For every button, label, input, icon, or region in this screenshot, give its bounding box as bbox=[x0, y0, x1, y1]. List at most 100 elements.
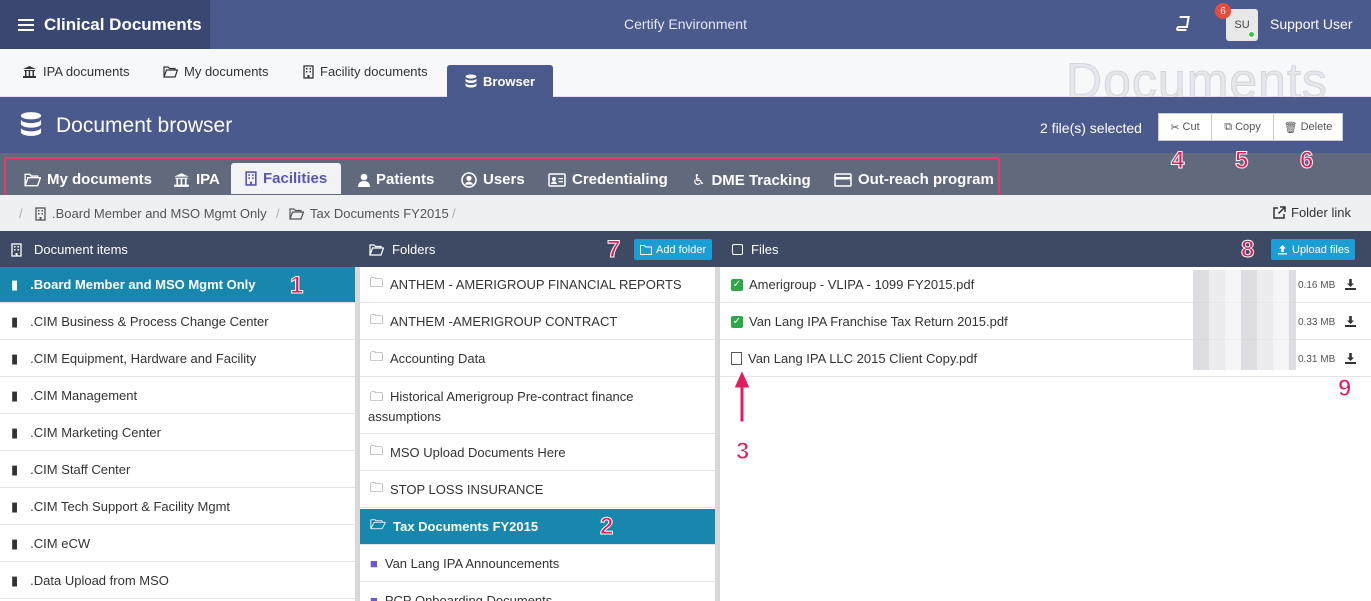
external-link-icon bbox=[1273, 205, 1286, 219]
list-item[interactable]: 🗀 ANTHEM - AMERIGROUP FINANCIAL REPORTS bbox=[360, 267, 715, 303]
folder-icon: 🗀 bbox=[370, 389, 384, 404]
building-icon: ▮ bbox=[11, 461, 19, 477]
pdf-file-icon[interactable] bbox=[731, 352, 742, 365]
folder-open-icon bbox=[163, 65, 178, 78]
annotation-number: 4 bbox=[1170, 147, 1185, 175]
category-facilities[interactable]: Facilities bbox=[231, 163, 342, 194]
checkbox-checked[interactable]: ✓ bbox=[731, 278, 743, 291]
folder-open-icon: 🗁 bbox=[370, 516, 387, 532]
selection-count: 2 file(s) selected bbox=[1040, 120, 1142, 136]
brand-title: Clinical Documents bbox=[44, 14, 202, 34]
building-icon: ▮ bbox=[11, 498, 19, 514]
id-card-icon bbox=[548, 172, 566, 187]
annotation-number: 8 bbox=[1240, 236, 1255, 264]
list-item[interactable]: 🗀 MSO Upload Documents Here bbox=[360, 435, 715, 471]
folder-icon: ■ bbox=[370, 556, 378, 571]
file-size: 0.31 MB bbox=[1298, 354, 1336, 365]
category-patients[interactable]: Patients bbox=[358, 171, 434, 188]
category-users[interactable]: Users bbox=[461, 171, 525, 188]
category-ipa[interactable]: IPA bbox=[173, 171, 220, 188]
database-icon bbox=[465, 74, 477, 88]
list-item[interactable]: 🗀 ANTHEM -AMERIGROUP CONTRACT bbox=[360, 304, 715, 340]
copy-button[interactable]: ⧉ Copy bbox=[1211, 113, 1274, 141]
list-item[interactable]: ▮ .CIM Management bbox=[0, 378, 355, 414]
building-icon: ▮ bbox=[11, 350, 19, 366]
folders-list: 🗀 ANTHEM - AMERIGROUP FINANCIAL REPORTS 🗀… bbox=[360, 267, 715, 601]
delete-button[interactable]: 🗑 Delete bbox=[1273, 113, 1343, 141]
database-icon bbox=[20, 112, 42, 136]
tab-ipa-documents[interactable]: IPA documents bbox=[22, 64, 129, 79]
top-bar: Clinical Documents Certify Environment S… bbox=[0, 0, 1371, 49]
tab-facility-documents[interactable]: Facility documents bbox=[303, 64, 428, 79]
download-icon[interactable] bbox=[1344, 278, 1357, 290]
folders-header: Folders Add folder bbox=[355, 231, 720, 267]
breadcrumb-separator: / bbox=[452, 206, 456, 221]
building-icon bbox=[245, 171, 257, 186]
folder-icon: 🗀 bbox=[370, 311, 384, 327]
file-preview-thumbnail bbox=[1193, 270, 1296, 370]
list-item[interactable]: ▮ .CIM eCW bbox=[0, 526, 355, 562]
file-size: 0.33 MB bbox=[1298, 317, 1336, 328]
folder-open-icon bbox=[289, 207, 304, 220]
username[interactable]: Support User bbox=[1270, 16, 1352, 32]
list-item[interactable]: 🗀 STOP LOSS INSURANCE bbox=[360, 472, 715, 508]
hamburger-icon[interactable] bbox=[18, 16, 34, 34]
annotation-number: 7 bbox=[606, 236, 621, 264]
category-dme-tracking[interactable]: ♿ DME Tracking bbox=[692, 171, 811, 190]
annotation-number: 6 bbox=[1299, 147, 1314, 175]
list-item[interactable]: 🗀 Historical Amerigroup Pre-contract fina… bbox=[360, 378, 715, 434]
list-item[interactable]: ■ Van Lang IPA Announcements bbox=[360, 546, 715, 582]
annotation-number: 9 bbox=[1337, 375, 1352, 403]
avatar[interactable]: SU bbox=[1226, 9, 1258, 41]
building-icon: ▮ bbox=[11, 572, 19, 588]
list-item[interactable]: ▮ .CIM Staff Center bbox=[0, 452, 355, 488]
tab-browser[interactable]: Browser bbox=[447, 65, 554, 97]
building-icon: ▮ bbox=[11, 535, 19, 551]
annotation-number: 2 bbox=[599, 513, 614, 541]
folder-link[interactable]: Folder link bbox=[1272, 205, 1351, 220]
trash-icon: 🗑 bbox=[1283, 121, 1298, 134]
select-all-checkbox[interactable] bbox=[732, 244, 743, 255]
category-credentialing[interactable]: Credentialing bbox=[548, 171, 668, 188]
list-item[interactable]: 🗀 Accounting Data bbox=[360, 341, 715, 377]
folder-open-icon bbox=[369, 243, 384, 256]
list-item[interactable]: ▮ .CIM Tech Support & Facility Mgmt bbox=[0, 489, 355, 525]
building-icon: ▮ bbox=[11, 313, 19, 329]
list-item[interactable]: ▮ .Data Upload from MSO bbox=[0, 563, 355, 599]
breadcrumb-separator: / bbox=[276, 206, 280, 221]
cut-button[interactable]: ✂ Cut bbox=[1158, 113, 1212, 141]
list-item[interactable]: 🗁 Tax Documents FY2015 bbox=[360, 509, 715, 545]
breadcrumb-item-board[interactable]: .Board Member and MSO Mgmt Only bbox=[35, 206, 267, 221]
folder-icon: ■ bbox=[370, 593, 378, 601]
building-icon bbox=[303, 64, 314, 79]
annotation-number: 3 bbox=[735, 438, 750, 466]
folder-icon: 🗀 bbox=[370, 274, 384, 290]
document-browser-header: Document browser 2 file(s) selected ✂ Cu… bbox=[0, 97, 1371, 153]
list-item[interactable]: ■ PCP Onboarding Documents bbox=[360, 583, 715, 601]
category-my-documents[interactable]: My documents bbox=[24, 171, 152, 188]
bank-icon bbox=[174, 173, 189, 187]
checkbox-checked[interactable]: ✓ bbox=[731, 315, 743, 328]
user-circle-icon bbox=[461, 171, 477, 188]
book-icon[interactable] bbox=[1176, 15, 1192, 31]
tab-my-documents[interactable]: My documents bbox=[163, 64, 269, 79]
upload-files-button[interactable]: Upload files bbox=[1271, 239, 1356, 260]
category-out-reach-program[interactable]: Out-reach program bbox=[834, 171, 994, 188]
credit-card-icon bbox=[834, 172, 852, 187]
files-header: Files Upload files bbox=[720, 231, 1371, 267]
list-item[interactable]: ▮ .CIM Marketing Center bbox=[0, 415, 355, 451]
building-icon bbox=[11, 242, 22, 257]
add-folder-button[interactable]: Add folder bbox=[634, 239, 713, 260]
breadcrumb-separator: / bbox=[19, 206, 23, 221]
download-icon[interactable] bbox=[1344, 352, 1357, 364]
list-item[interactable]: ▮ .CIM Equipment, Hardware and Facility bbox=[0, 341, 355, 377]
download-icon[interactable] bbox=[1344, 315, 1357, 327]
notification-badge[interactable]: 6 bbox=[1215, 3, 1231, 19]
list-item[interactable]: ▮ .CIM Business & Process Change Center bbox=[0, 304, 355, 340]
brand-menu[interactable]: Clinical Documents bbox=[0, 0, 210, 49]
breadcrumb-item-tax[interactable]: Tax Documents FY2015 bbox=[289, 206, 449, 221]
document-items-header: Document items bbox=[0, 231, 355, 267]
wheelchair-icon: ♿ bbox=[692, 172, 706, 189]
folder-icon: 🗀 bbox=[370, 479, 384, 495]
folder-open-icon bbox=[24, 173, 41, 186]
